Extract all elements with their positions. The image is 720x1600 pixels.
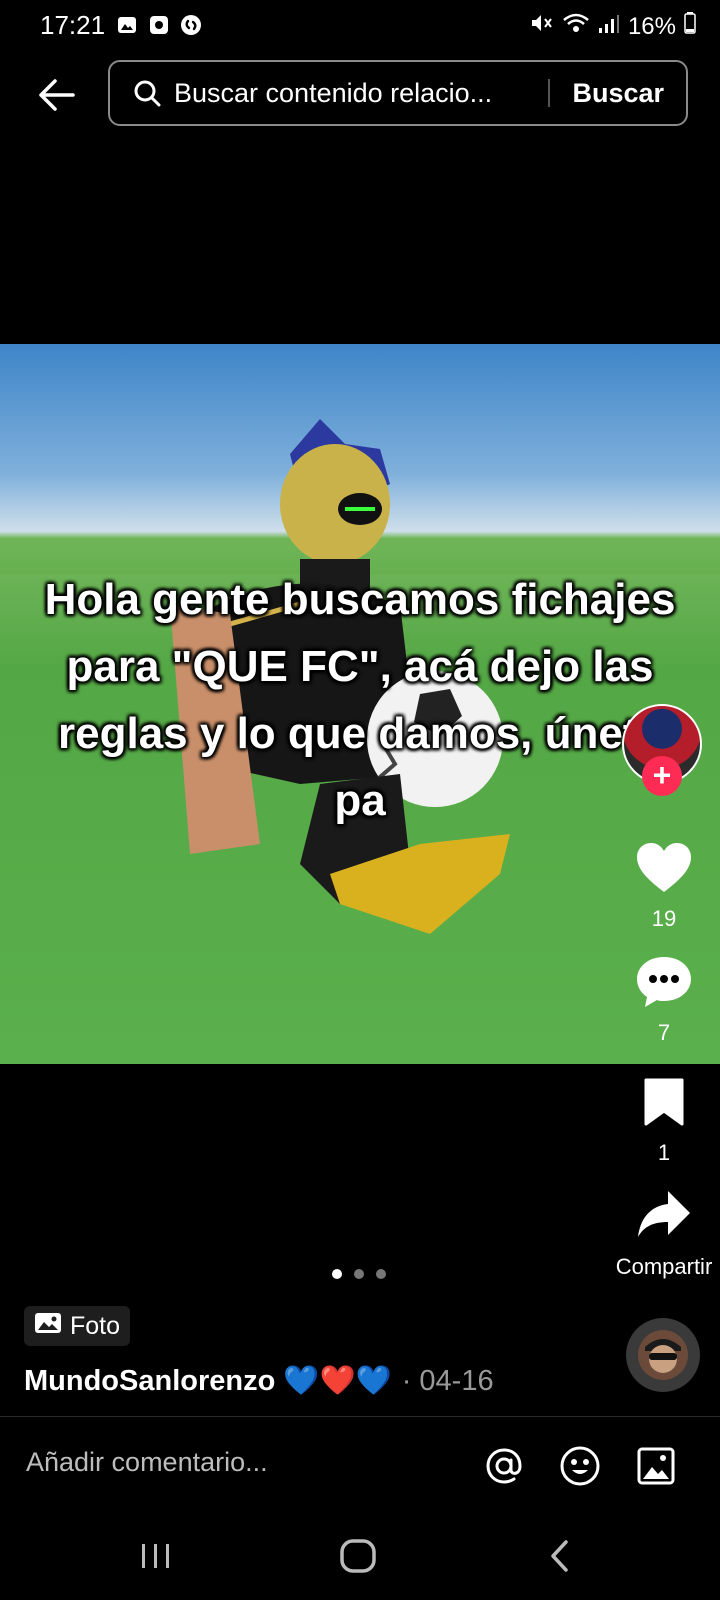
gallery-notification-icon bbox=[116, 14, 138, 36]
music-disc[interactable] bbox=[626, 1318, 700, 1392]
image-icon[interactable] bbox=[634, 1444, 678, 1488]
recent-apps-button[interactable] bbox=[126, 1534, 186, 1578]
status-time: 17:21 bbox=[40, 10, 106, 40]
search-icon bbox=[130, 76, 164, 110]
bookmark-icon bbox=[614, 1070, 714, 1134]
photo-icon bbox=[34, 1311, 62, 1342]
wifi-icon bbox=[562, 12, 590, 41]
battery-percent: 16% bbox=[627, 12, 676, 40]
share-button[interactable]: Compartir bbox=[596, 1182, 720, 1280]
back-button[interactable] bbox=[32, 70, 82, 120]
photo-badge: Foto bbox=[24, 1306, 131, 1346]
post-author-line: MundoSanlorenzo 💙❤️💙 · 04-16 bbox=[24, 1364, 494, 1398]
comment-icon bbox=[614, 950, 714, 1014]
post-date: · 04-16 bbox=[401, 1364, 494, 1397]
search-bar[interactable]: Buscar bbox=[108, 60, 688, 126]
heart-icon bbox=[614, 836, 714, 900]
emoji-icon[interactable] bbox=[558, 1444, 602, 1488]
creator-avatar[interactable]: + bbox=[622, 704, 702, 796]
carousel-indicator bbox=[332, 1269, 386, 1279]
sound-avatar-icon bbox=[638, 1330, 688, 1380]
comment-input[interactable] bbox=[24, 1446, 448, 1479]
carousel-dot bbox=[332, 1269, 342, 1279]
search-input[interactable] bbox=[172, 76, 539, 110]
like-button[interactable]: 19 bbox=[614, 836, 714, 932]
carousel-dot bbox=[376, 1269, 386, 1279]
post-photo[interactable]: Hola gente buscamos fichajes para "QUE F… bbox=[0, 344, 720, 1064]
mention-icon[interactable] bbox=[482, 1444, 526, 1488]
save-button[interactable]: 1 bbox=[614, 1070, 714, 1166]
search-button[interactable]: Buscar bbox=[572, 78, 664, 109]
like-count: 19 bbox=[651, 906, 677, 931]
status-notification-icons bbox=[116, 14, 202, 36]
comment-button[interactable]: 7 bbox=[614, 950, 714, 1046]
save-count: 1 bbox=[657, 1140, 671, 1165]
author-name[interactable]: MundoSanlorenzo 💙❤️💙 bbox=[24, 1364, 392, 1398]
battery-icon bbox=[684, 12, 696, 41]
comment-divider bbox=[0, 1416, 720, 1417]
mute-icon bbox=[530, 12, 554, 41]
app-notification-icon bbox=[148, 14, 170, 36]
status-right-indicators: 16% bbox=[530, 12, 696, 41]
follow-button[interactable]: + bbox=[642, 756, 682, 796]
shazam-notification-icon bbox=[180, 14, 202, 36]
search-divider bbox=[548, 79, 551, 107]
signal-icon bbox=[598, 13, 620, 41]
post-overlay-text: Hola gente buscamos fichajes para "QUE F… bbox=[44, 575, 676, 825]
carousel-dot bbox=[354, 1269, 364, 1279]
comment-count: 7 bbox=[657, 1020, 671, 1045]
home-button[interactable] bbox=[328, 1534, 388, 1578]
back-nav-button[interactable] bbox=[530, 1534, 590, 1578]
back-arrow-icon bbox=[39, 79, 75, 111]
share-icon bbox=[596, 1182, 720, 1246]
photo-badge-label: Foto bbox=[70, 1311, 121, 1340]
share-label: Compartir bbox=[615, 1254, 713, 1279]
